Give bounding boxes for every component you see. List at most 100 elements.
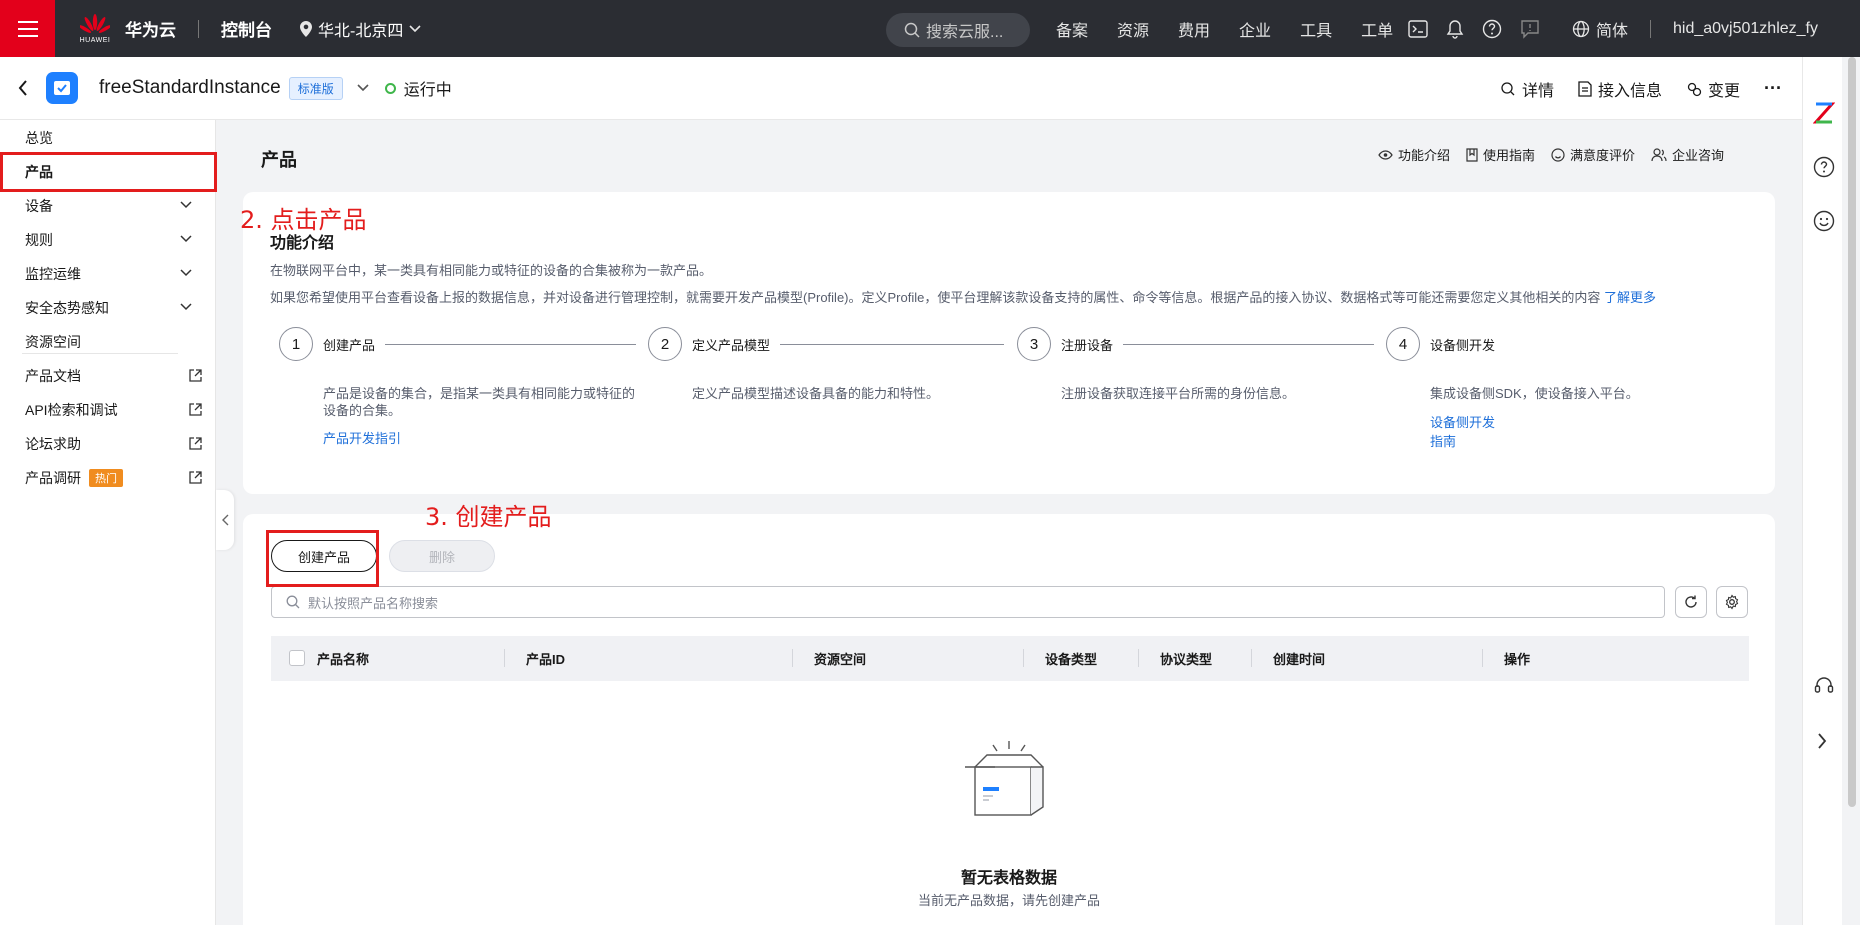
search-placeholder: 默认按照产品名称搜索 <box>308 595 439 611</box>
instance-name: freeStandardInstance <box>99 77 281 98</box>
console-link[interactable]: 控制台 <box>221 16 272 41</box>
modify-label: 变更 <box>1708 82 1741 100</box>
nav-tools[interactable]: 工具 <box>1300 17 1332 41</box>
sidebar: 总览 产品 设备 规则 监控运维 安全态势感知 资源空间 产品文档 API检索和… <box>0 120 216 925</box>
sidebar-item-security[interactable]: 安全态势感知 <box>0 291 216 325</box>
brand-name: 华为云 <box>125 21 176 40</box>
help-icon[interactable] <box>1482 19 1502 39</box>
step-number: 2 <box>648 327 682 361</box>
page-help-links: 功能介绍 使用指南 满意度评价 企业咨询 <box>1378 145 1724 164</box>
sidebar-item-label: 监控运维 <box>25 266 81 282</box>
sidebar-item-label: 论坛求助 <box>25 436 81 452</box>
delete-button[interactable]: 删除 <box>389 540 495 572</box>
more-button[interactable]: ··· <box>1764 78 1782 99</box>
back-arrow-icon[interactable] <box>18 80 28 96</box>
huawei-logo[interactable]: HUAWEI 华为云 <box>77 13 176 44</box>
search-icon <box>286 595 300 609</box>
language-switcher[interactable]: 简体 <box>1572 0 1628 57</box>
global-search[interactable]: 搜索云服... <box>886 13 1030 47</box>
terminal-icon[interactable] <box>1408 19 1428 38</box>
step-title: 定义产品模型 <box>692 337 771 353</box>
sidebar-item-label: 总览 <box>25 130 53 146</box>
device-dev-guide-link[interactable]: 设备侧开发指南 <box>1430 412 1495 450</box>
menu-button[interactable] <box>0 0 55 57</box>
modify-button[interactable]: 变更 <box>1686 77 1740 101</box>
sidebar-item-devices[interactable]: 设备 <box>0 189 216 223</box>
column-resource-space[interactable]: 资源空间 <box>814 649 866 668</box>
username: hid_a0vj501zhlez_fy <box>1673 19 1818 37</box>
product-dev-guide-link[interactable]: 产品开发指引 <box>323 428 401 447</box>
column-separator <box>1251 649 1252 667</box>
sidebar-item-rules[interactable]: 规则 <box>0 223 216 257</box>
document-icon <box>1578 80 1592 97</box>
bell-icon[interactable] <box>1446 19 1464 39</box>
sidebar-item-forum[interactable]: 论坛求助 <box>0 427 216 461</box>
sidebar-item-overview[interactable]: 总览 <box>0 121 216 155</box>
feedback-icon[interactable] <box>1520 19 1540 39</box>
page-scrollbar[interactable] <box>1848 57 1856 807</box>
satisfaction-link[interactable]: 满意度评价 <box>1551 145 1635 164</box>
product-search-input[interactable]: 默认按照产品名称搜索 <box>271 586 1665 618</box>
settings-button[interactable] <box>1716 586 1748 618</box>
sidebar-item-survey[interactable]: 产品调研 热门 <box>0 461 216 495</box>
column-protocol-type[interactable]: 协议类型 <box>1160 649 1212 668</box>
instance-status: 运行中 <box>384 76 452 100</box>
column-product-name[interactable]: 产品名称 <box>317 649 369 668</box>
product-list-card: 创建产品 删除 默认按照产品名称搜索 产品名称 产品ID 资源空间 设备类型 协… <box>243 514 1775 925</box>
step-description: 定义产品模型描述设备具备的能力和特性。 <box>692 386 940 401</box>
external-link-icon <box>189 403 202 416</box>
hamburger-icon <box>17 20 38 37</box>
nav-resources[interactable]: 资源 <box>1117 17 1149 41</box>
column-product-id[interactable]: 产品ID <box>526 649 565 668</box>
column-actions: 操作 <box>1504 652 1531 667</box>
people-icon <box>1651 147 1667 161</box>
nav-tickets[interactable]: 工单 <box>1361 17 1393 41</box>
column-separator <box>1482 649 1483 667</box>
annotation-highlight-create <box>266 530 379 587</box>
nav-billing[interactable]: 费用 <box>1178 17 1210 41</box>
sidebar-item-api-explorer[interactable]: API检索和调试 <box>0 393 216 427</box>
link-label: 使用指南 <box>1483 148 1536 163</box>
iot-instance-icon <box>46 72 78 104</box>
external-link-icon <box>189 369 202 382</box>
status-label: 运行中 <box>403 82 452 99</box>
smiley-feedback-icon[interactable] <box>1813 210 1835 232</box>
sidebar-collapse-handle[interactable] <box>216 490 234 550</box>
feature-intro-link[interactable]: 功能介绍 <box>1378 145 1450 164</box>
step-title: 创建产品 <box>323 337 376 353</box>
step-description: 产品是设备的集合，是指某一类具有相同能力或特征的设备的合集。 <box>323 386 636 418</box>
chevron-left-icon <box>221 514 228 526</box>
sidebar-divider <box>22 353 178 354</box>
help-circle-icon[interactable] <box>1813 156 1835 178</box>
sidebar-item-label: 资源空间 <box>25 334 81 350</box>
step-title: 设备侧开发 <box>1430 337 1496 353</box>
nav-enterprise[interactable]: 企业 <box>1239 17 1271 41</box>
headset-support-icon[interactable] <box>1813 675 1835 697</box>
top-nav-links: 备案 资源 费用 企业 工具 工单 <box>1056 0 1422 57</box>
sidebar-item-monitoring[interactable]: 监控运维 <box>0 257 216 291</box>
sidebar-item-product-docs[interactable]: 产品文档 <box>0 359 216 393</box>
refresh-button[interactable] <box>1675 586 1707 618</box>
column-created-time[interactable]: 创建时间 <box>1273 649 1325 668</box>
step-2: 2 定义产品模型 定义产品模型描述设备具备的能力和特性。 <box>648 327 1005 401</box>
nav-beian[interactable]: 备案 <box>1056 17 1088 41</box>
step-connector <box>780 343 1005 345</box>
details-button[interactable]: 详情 <box>1500 77 1554 101</box>
chevron-down-icon <box>409 24 421 32</box>
column-device-type[interactable]: 设备类型 <box>1045 649 1097 668</box>
learn-more-link[interactable]: 了解更多 <box>1604 290 1656 305</box>
expand-rail-chevron-icon[interactable] <box>1817 733 1827 749</box>
assistant-logo-icon[interactable] <box>1813 101 1835 125</box>
table-header: 产品名称 产品ID 资源空间 设备类型 协议类型 创建时间 操作 <box>271 636 1749 681</box>
instance-switch-chevron-icon[interactable] <box>357 84 369 92</box>
details-label: 详情 <box>1521 82 1554 100</box>
enterprise-consult-link[interactable]: 企业咨询 <box>1651 145 1724 164</box>
select-all-checkbox[interactable] <box>289 650 305 666</box>
smiley-icon <box>1551 147 1565 162</box>
region-selector[interactable]: 华北-北京四 <box>300 17 421 41</box>
access-info-button[interactable]: 接入信息 <box>1578 77 1662 101</box>
hot-badge: 热门 <box>89 469 123 487</box>
user-account[interactable]: hid_a0vj501zhlez_fy <box>1650 0 1818 57</box>
annotation-step-3: 3. 创建产品 <box>425 503 552 531</box>
user-guide-link[interactable]: 使用指南 <box>1466 145 1535 164</box>
